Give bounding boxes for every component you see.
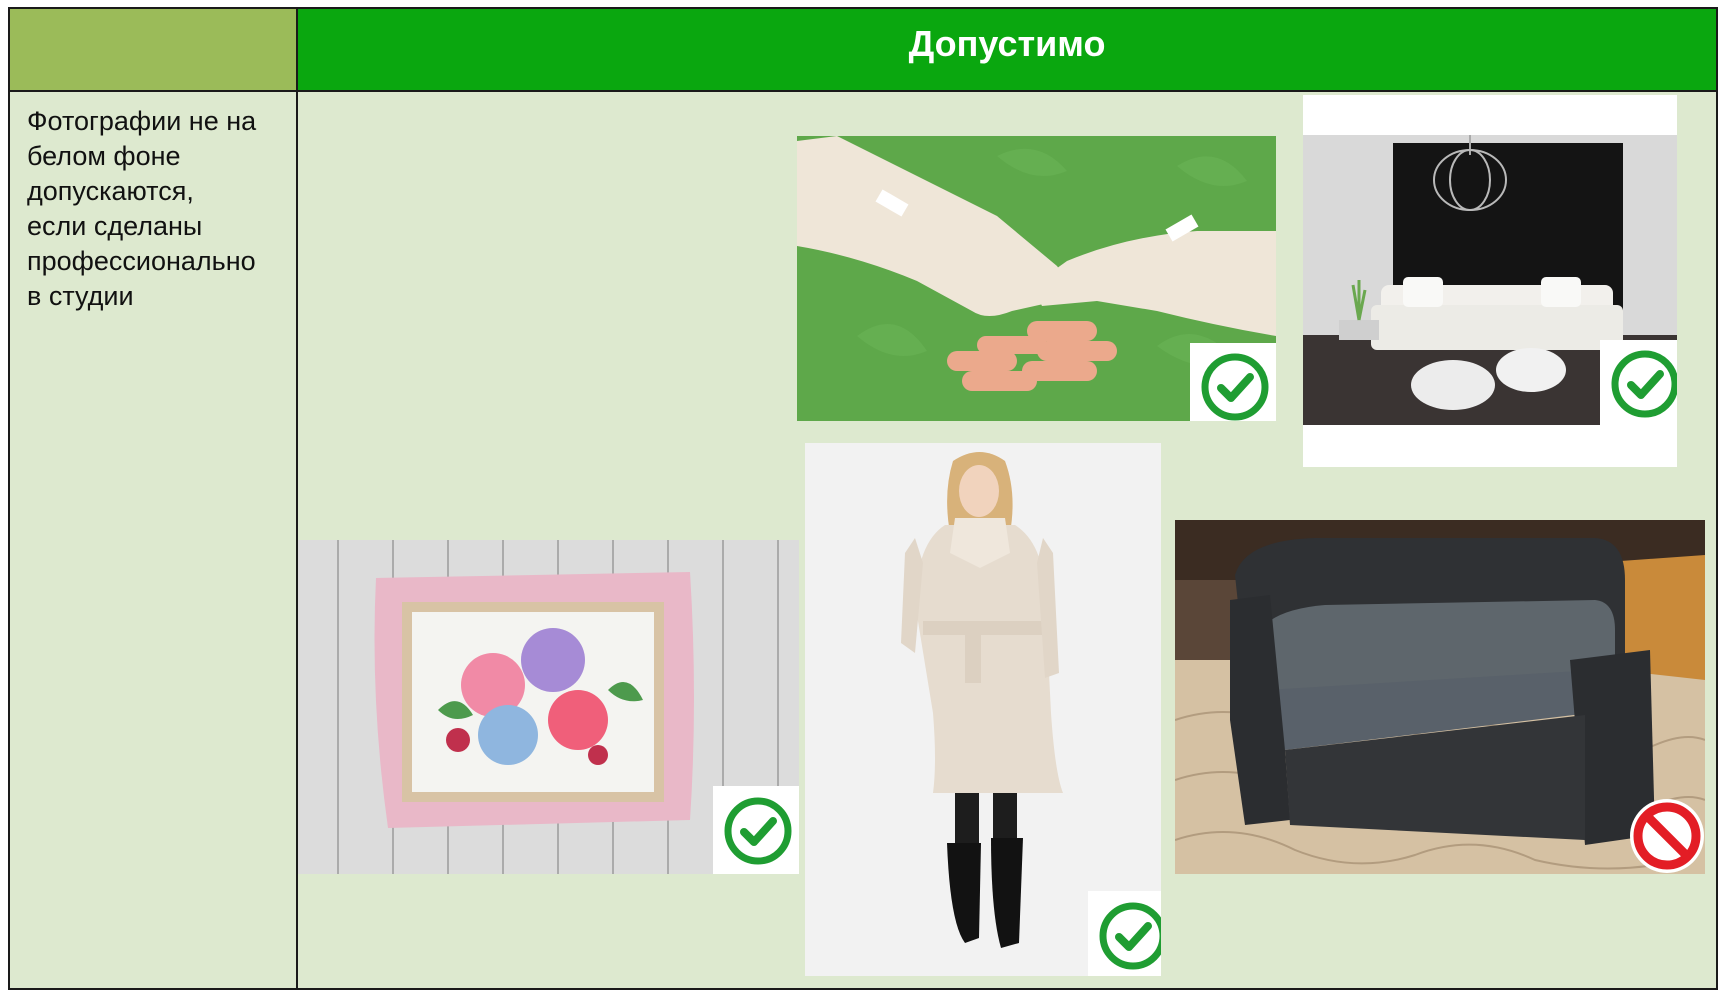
rule-description-cell: Фотографии не на белом фоне допускаются,…: [10, 92, 298, 988]
check-icon: [1611, 350, 1677, 418]
prohibited-icon: [1630, 799, 1704, 873]
header-allowed-cell: Допустимо: [298, 9, 1716, 92]
white-sofa-photo: [1303, 95, 1677, 467]
gray-sofa-photo: [1175, 520, 1705, 874]
check-icon: [1201, 353, 1269, 421]
macarons-tray-photo: [298, 540, 799, 874]
header-empty-cell: [10, 9, 298, 92]
check-badge: [1600, 340, 1677, 428]
gloves-photo: [797, 136, 1276, 421]
coat-photo: [805, 443, 1161, 976]
header-allowed-title: Допустимо: [908, 22, 1106, 64]
check-icon: [1099, 902, 1161, 970]
check-badge: [713, 786, 799, 874]
check-badge: [1088, 891, 1161, 976]
rule-description-text: Фотографии не на белом фоне допускаются,…: [27, 106, 257, 311]
gray-sofa-illustration: [1175, 520, 1705, 874]
check-badge: [1190, 343, 1276, 421]
check-icon: [724, 797, 792, 865]
prohibited-badge: [1627, 796, 1705, 874]
